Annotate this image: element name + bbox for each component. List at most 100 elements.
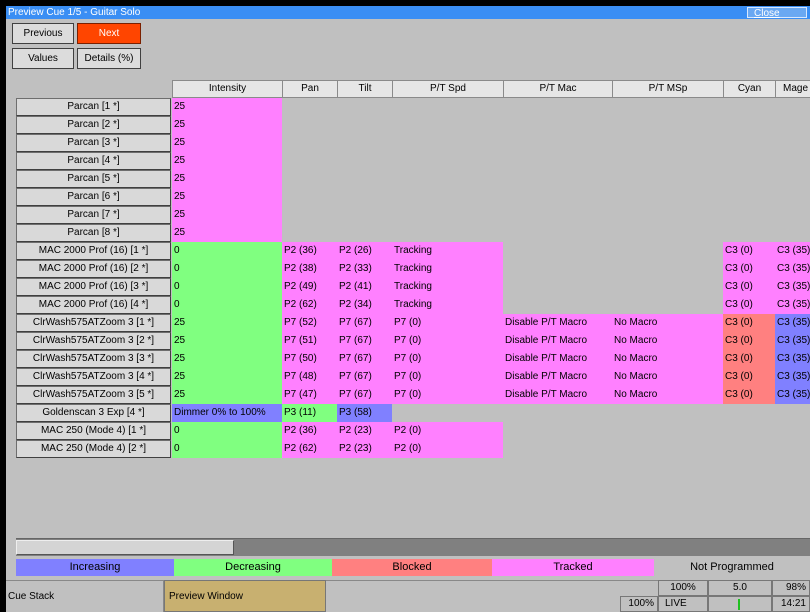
row-label[interactable]: Parcan [4 *]	[16, 152, 171, 170]
cell-mage[interactable]: C3 (35)	[775, 278, 810, 296]
preview-window-tab[interactable]: Preview Window	[164, 580, 326, 612]
column-header-pan[interactable]: Pan	[282, 80, 338, 98]
row-label[interactable]: Parcan [6 *]	[16, 188, 171, 206]
row-label[interactable]: Parcan [8 *]	[16, 224, 171, 242]
row-label[interactable]: MAC 250 (Mode 4) [2 *]	[16, 440, 171, 458]
row-label[interactable]: ClrWash575ATZoom 3 [2 *]	[16, 332, 171, 350]
cell-mage[interactable]: C3 (35)	[775, 368, 810, 386]
cell-ptmac[interactable]: Disable P/T Macro	[503, 332, 612, 350]
cell-tilt[interactable]: P2 (34)	[337, 296, 392, 314]
cell-tilt[interactable]: P7 (67)	[337, 350, 392, 368]
cell-intensity[interactable]: 25	[172, 314, 282, 332]
column-header-p-t-msp[interactable]: P/T MSp	[612, 80, 724, 98]
row-label[interactable]: ClrWash575ATZoom 3 [5 *]	[16, 386, 171, 404]
horizontal-scrollbar[interactable]	[16, 538, 810, 556]
cell-mage[interactable]: C3 (35)	[775, 260, 810, 278]
cell-cyan[interactable]: C3 (0)	[723, 350, 775, 368]
cell-intensity[interactable]: 25	[172, 386, 282, 404]
cell-pan[interactable]: P7 (48)	[282, 368, 337, 386]
cell-mage[interactable]: C3 (35)	[775, 332, 810, 350]
cell-intensity[interactable]: 25	[172, 350, 282, 368]
cell-tilt[interactable]: P2 (41)	[337, 278, 392, 296]
cell-mage[interactable]: C3 (35)	[775, 386, 810, 404]
cell-intensity[interactable]: 25	[172, 116, 282, 134]
cell-ptspd[interactable]: P7 (0)	[392, 368, 503, 386]
cell-mage[interactable]: C3 (35)	[775, 350, 810, 368]
cell-mage[interactable]: C3 (35)	[775, 242, 810, 260]
cell-intensity[interactable]: 0	[172, 242, 282, 260]
cell-ptspd[interactable]: P2 (0)	[392, 422, 503, 440]
cell-intensity[interactable]: Dimmer 0% to 100%	[172, 404, 282, 422]
cell-ptspd[interactable]: P7 (0)	[392, 350, 503, 368]
values-button[interactable]: Values	[12, 48, 74, 69]
cell-ptmsp[interactable]: No Macro	[612, 332, 723, 350]
cue-stack-tab[interactable]: Cue Stack	[6, 580, 164, 612]
cell-intensity[interactable]: 25	[172, 332, 282, 350]
cell-intensity[interactable]: 25	[172, 152, 282, 170]
cell-cyan[interactable]: C3 (0)	[723, 332, 775, 350]
cell-intensity[interactable]: 25	[172, 206, 282, 224]
cell-ptspd[interactable]: Tracking	[392, 278, 503, 296]
previous-button[interactable]: Previous	[12, 23, 74, 44]
cell-mage[interactable]: C3 (35)	[775, 296, 810, 314]
cell-mage[interactable]: C3 (35)	[775, 314, 810, 332]
cell-ptmac[interactable]: Disable P/T Macro	[503, 368, 612, 386]
cell-cyan[interactable]: C3 (0)	[723, 242, 775, 260]
row-label[interactable]: ClrWash575ATZoom 3 [1 *]	[16, 314, 171, 332]
cell-tilt[interactable]: P2 (23)	[337, 422, 392, 440]
cell-ptspd[interactable]: Tracking	[392, 296, 503, 314]
cell-cyan[interactable]: C3 (0)	[723, 260, 775, 278]
cell-ptspd[interactable]: P7 (0)	[392, 314, 503, 332]
row-label[interactable]: ClrWash575ATZoom 3 [4 *]	[16, 368, 171, 386]
cell-ptspd[interactable]: Tracking	[392, 242, 503, 260]
cell-ptspd[interactable]: P7 (0)	[392, 386, 503, 404]
row-label[interactable]: Parcan [2 *]	[16, 116, 171, 134]
cell-intensity[interactable]: 0	[172, 296, 282, 314]
cell-ptmsp[interactable]: No Macro	[612, 314, 723, 332]
cell-tilt[interactable]: P7 (67)	[337, 314, 392, 332]
cell-pan[interactable]: P2 (62)	[282, 440, 337, 458]
row-label[interactable]: Parcan [5 *]	[16, 170, 171, 188]
cell-tilt[interactable]: P7 (67)	[337, 386, 392, 404]
cell-cyan[interactable]: C3 (0)	[723, 296, 775, 314]
cell-ptspd[interactable]: P7 (0)	[392, 332, 503, 350]
cell-ptspd[interactable]: Tracking	[392, 260, 503, 278]
cell-pan[interactable]: P2 (38)	[282, 260, 337, 278]
scrollbar-thumb[interactable]	[16, 540, 234, 555]
cell-pan[interactable]: P7 (47)	[282, 386, 337, 404]
cell-pan[interactable]: P7 (51)	[282, 332, 337, 350]
cell-intensity[interactable]: 0	[172, 260, 282, 278]
cell-pan[interactable]: P2 (36)	[282, 422, 337, 440]
row-label[interactable]: Goldenscan 3 Exp [4 *]	[16, 404, 171, 422]
cell-cyan[interactable]: C3 (0)	[723, 386, 775, 404]
cell-intensity[interactable]: 25	[172, 224, 282, 242]
cell-ptmsp[interactable]: No Macro	[612, 350, 723, 368]
cell-intensity[interactable]: 25	[172, 134, 282, 152]
cell-intensity[interactable]: 25	[172, 98, 282, 116]
cell-cyan[interactable]: C3 (0)	[723, 278, 775, 296]
row-label[interactable]: ClrWash575ATZoom 3 [3 *]	[16, 350, 171, 368]
cell-pan[interactable]: P3 (11)	[282, 404, 337, 422]
column-header-mage[interactable]: Mage	[775, 80, 810, 98]
cell-tilt[interactable]: P7 (67)	[337, 368, 392, 386]
cell-cyan[interactable]: C3 (0)	[723, 368, 775, 386]
cell-tilt[interactable]: P2 (33)	[337, 260, 392, 278]
cell-cyan[interactable]: C3 (0)	[723, 314, 775, 332]
cell-ptmsp[interactable]: No Macro	[612, 386, 723, 404]
row-label[interactable]: Parcan [1 *]	[16, 98, 171, 116]
next-button[interactable]: Next	[77, 23, 141, 44]
close-button[interactable]: Close	[747, 7, 807, 19]
column-header-p-t-mac[interactable]: P/T Mac	[503, 80, 613, 98]
cell-ptmac[interactable]: Disable P/T Macro	[503, 314, 612, 332]
cell-pan[interactable]: P7 (50)	[282, 350, 337, 368]
cell-ptmsp[interactable]: No Macro	[612, 368, 723, 386]
row-label[interactable]: MAC 2000 Prof (16) [3 *]	[16, 278, 171, 296]
row-label[interactable]: Parcan [7 *]	[16, 206, 171, 224]
cell-intensity[interactable]: 25	[172, 368, 282, 386]
cell-ptmac[interactable]: Disable P/T Macro	[503, 386, 612, 404]
column-header-p-t-spd[interactable]: P/T Spd	[392, 80, 504, 98]
cell-intensity[interactable]: 0	[172, 278, 282, 296]
cell-tilt[interactable]: P2 (23)	[337, 440, 392, 458]
cell-tilt[interactable]: P2 (26)	[337, 242, 392, 260]
row-label[interactable]: MAC 2000 Prof (16) [1 *]	[16, 242, 171, 260]
